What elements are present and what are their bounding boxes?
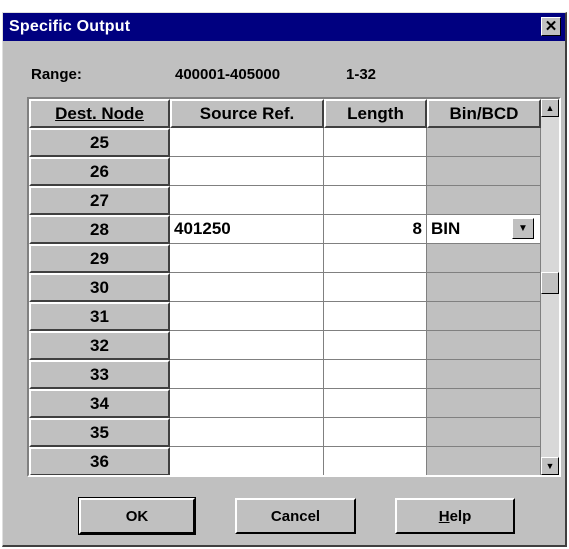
length-cell[interactable]: 8 — [324, 215, 427, 244]
help-button[interactable]: Help — [395, 498, 515, 534]
table-row: 34 — [29, 389, 541, 418]
source-ref-cell[interactable] — [170, 360, 324, 389]
source-ref-cell[interactable] — [170, 302, 324, 331]
source-ref-cell[interactable] — [170, 186, 324, 215]
length-cell[interactable] — [324, 418, 427, 447]
dest-node-cell[interactable]: 33 — [29, 360, 170, 389]
range-label: Range: — [31, 66, 82, 83]
source-ref-cell[interactable] — [170, 447, 324, 475]
bin-bcd-cell[interactable] — [427, 302, 541, 331]
dest-node-cell[interactable]: 29 — [29, 244, 170, 273]
dropdown-arrow-icon[interactable]: ▼ — [512, 218, 534, 239]
source-ref-cell[interactable] — [170, 128, 324, 157]
window-title: Specific Output — [9, 18, 131, 35]
grid-header-row: Dest. Node Source Ref. Length Bin/BCD — [29, 99, 541, 128]
bin-bcd-cell[interactable] — [427, 273, 541, 302]
dest-node-cell[interactable]: 27 — [29, 186, 170, 215]
bin-bcd-cell[interactable]: BIN ▼ — [427, 215, 541, 244]
output-grid: Dest. Node Source Ref. Length Bin/BCD 25… — [27, 97, 561, 477]
table-row: 28 401250 8 BIN ▼ — [29, 215, 541, 244]
dest-node-cell[interactable]: 34 — [29, 389, 170, 418]
ok-button[interactable]: OK — [78, 497, 196, 535]
length-cell[interactable] — [324, 186, 427, 215]
length-cell[interactable] — [324, 157, 427, 186]
table-row: 26 — [29, 157, 541, 186]
bin-bcd-cell[interactable] — [427, 331, 541, 360]
source-ref-cell[interactable] — [170, 389, 324, 418]
scroll-down-arrow-icon[interactable]: ▼ — [541, 457, 559, 475]
column-header-dest-node[interactable]: Dest. Node — [29, 99, 170, 128]
length-cell[interactable] — [324, 244, 427, 273]
table-row: 31 — [29, 302, 541, 331]
length-cell[interactable] — [324, 360, 427, 389]
source-ref-cell[interactable]: 401250 — [170, 215, 324, 244]
length-cell[interactable] — [324, 302, 427, 331]
table-row: 30 — [29, 273, 541, 302]
table-row: 36 — [29, 447, 541, 475]
dest-node-cell[interactable]: 32 — [29, 331, 170, 360]
length-cell[interactable] — [324, 128, 427, 157]
column-header-source-ref[interactable]: Source Ref. — [170, 99, 324, 128]
length-cell[interactable] — [324, 447, 427, 475]
bin-bcd-cell[interactable] — [427, 360, 541, 389]
dest-node-cell[interactable]: 25 — [29, 128, 170, 157]
bin-bcd-cell[interactable] — [427, 128, 541, 157]
table-row: 29 — [29, 244, 541, 273]
close-icon[interactable]: ✕ — [541, 17, 561, 36]
table-row: 25 — [29, 128, 541, 157]
bin-bcd-value: BIN — [431, 219, 461, 238]
bin-bcd-cell[interactable] — [427, 389, 541, 418]
source-ref-cell[interactable] — [170, 418, 324, 447]
dest-node-cell[interactable]: 26 — [29, 157, 170, 186]
title-bar[interactable]: Specific Output ✕ — [3, 13, 565, 41]
source-ref-cell[interactable] — [170, 157, 324, 186]
dest-node-cell[interactable]: 36 — [29, 447, 170, 475]
bin-bcd-cell[interactable] — [427, 447, 541, 475]
bin-bcd-cell[interactable] — [427, 186, 541, 215]
source-ref-cell[interactable] — [170, 244, 324, 273]
bin-bcd-cell[interactable] — [427, 418, 541, 447]
table-row: 33 — [29, 360, 541, 389]
specific-output-dialog: Specific Output ✕ Range: 400001-405000 1… — [2, 12, 567, 547]
table-row: 32 — [29, 331, 541, 360]
scroll-up-arrow-icon[interactable]: ▲ — [541, 99, 559, 117]
column-header-length[interactable]: Length — [324, 99, 427, 128]
dest-node-cell[interactable]: 30 — [29, 273, 170, 302]
length-cell[interactable] — [324, 389, 427, 418]
bin-bcd-cell[interactable] — [427, 244, 541, 273]
table-row: 27 — [29, 186, 541, 215]
bin-bcd-cell[interactable] — [427, 157, 541, 186]
cancel-button[interactable]: Cancel — [235, 498, 356, 534]
source-ref-cell[interactable] — [170, 331, 324, 360]
source-ref-cell[interactable] — [170, 273, 324, 302]
vertical-scrollbar[interactable]: ▲ ▼ — [541, 99, 559, 475]
column-header-bin-bcd[interactable]: Bin/BCD — [427, 99, 541, 128]
dest-node-cell[interactable]: 28 — [29, 215, 170, 244]
scrollbar-thumb[interactable] — [541, 272, 559, 294]
dest-node-cell[interactable]: 31 — [29, 302, 170, 331]
length-cell[interactable] — [324, 273, 427, 302]
length-cell[interactable] — [324, 331, 427, 360]
table-row: 35 — [29, 418, 541, 447]
dest-node-cell[interactable]: 35 — [29, 418, 170, 447]
range-value: 400001-405000 — [175, 66, 281, 83]
range-bits: 1-32 — [346, 66, 377, 83]
